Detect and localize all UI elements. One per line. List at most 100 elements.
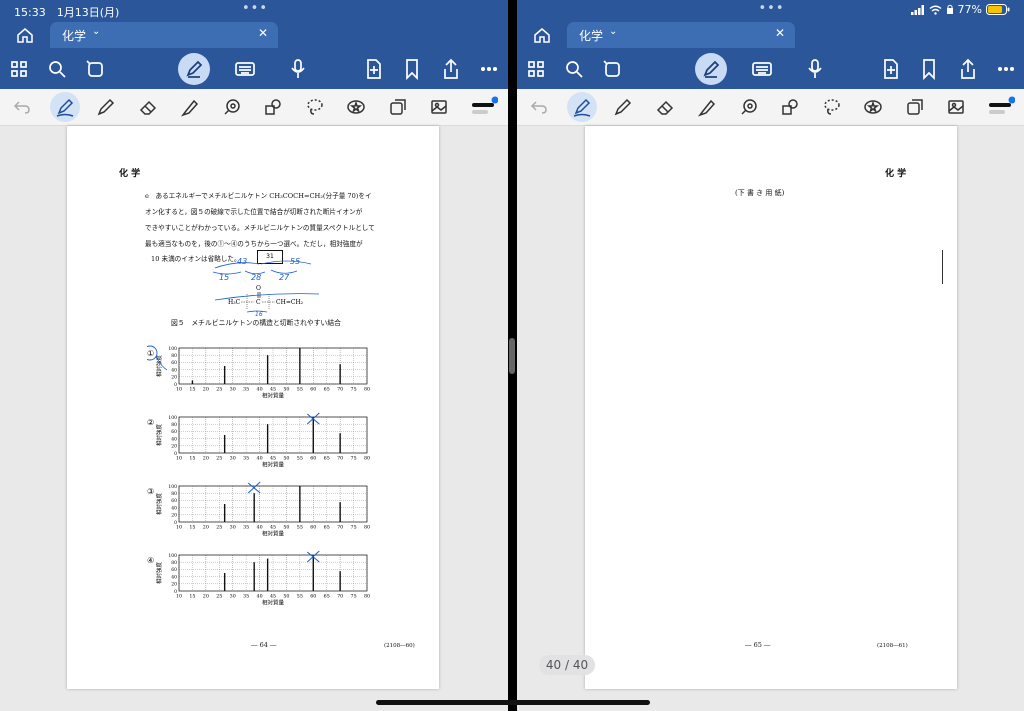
- page-code: (2108―61): [877, 643, 908, 649]
- share-icon[interactable]: [956, 57, 980, 81]
- pen-width-icon[interactable]: [987, 96, 1015, 118]
- eraser-icon[interactable]: [654, 96, 676, 118]
- highlighter-icon[interactable]: [179, 96, 201, 118]
- pen-mode-button[interactable]: [178, 53, 210, 85]
- y-tick-label: 40: [171, 505, 177, 511]
- image-icon[interactable]: [428, 96, 450, 118]
- grid-icon[interactable]: [524, 57, 548, 81]
- x-tick-label: 15: [189, 387, 195, 393]
- y-tick-label: 20: [171, 513, 177, 519]
- more-icon[interactable]: [477, 57, 501, 81]
- sticker-icon[interactable]: [345, 96, 367, 118]
- x-tick-label: 25: [216, 387, 222, 393]
- status-bar: 15:33 1月13日(月) •••: [0, 0, 508, 20]
- x-tick-label: 65: [324, 387, 330, 393]
- y-tick-label: 100: [168, 553, 177, 559]
- more-icon[interactable]: [994, 57, 1018, 81]
- shapes-icon[interactable]: [779, 96, 801, 118]
- add-page-icon[interactable]: [879, 57, 903, 81]
- magic-shape-icon[interactable]: [600, 57, 624, 81]
- shapes-icon[interactable]: [262, 96, 284, 118]
- handwritten-number: 28: [251, 273, 261, 282]
- split-view-handle[interactable]: [509, 338, 515, 374]
- lasso-icon[interactable]: [304, 96, 326, 118]
- x-tick-label: 45: [270, 456, 276, 462]
- magic-shape-icon[interactable]: [83, 57, 107, 81]
- x-tick-label: 10: [176, 594, 182, 600]
- figure-caption: 図５ メチルビニルケトンの構造と切断されやすい結合: [171, 319, 341, 327]
- keyboard-icon[interactable]: [233, 57, 257, 81]
- pencil-icon[interactable]: [612, 96, 634, 118]
- x-tick-label: 75: [351, 456, 357, 462]
- search-icon[interactable]: [562, 57, 586, 81]
- bookmark-icon[interactable]: [400, 57, 424, 81]
- lasso-shape-icon[interactable]: [738, 96, 760, 118]
- keyboard-icon[interactable]: [750, 57, 774, 81]
- multitask-dots-icon[interactable]: •••: [759, 1, 785, 16]
- share-icon[interactable]: [439, 57, 463, 81]
- document-tab[interactable]: 化学 ⌄ ✕: [567, 22, 795, 48]
- copy-page-icon[interactable]: [904, 96, 926, 118]
- x-tick-label: 55: [297, 456, 303, 462]
- x-tick-label: 20: [203, 594, 209, 600]
- microphone-icon[interactable]: [286, 57, 310, 81]
- x-tick-label: 40: [257, 525, 263, 531]
- left-pane: 15:33 1月13日(月) ••• 化学 ⌄ ✕ 化 学 e あるエネルギーで…: [0, 0, 508, 711]
- home-indicator[interactable]: [376, 700, 650, 705]
- sticker-icon[interactable]: [862, 96, 884, 118]
- chevron-down-icon[interactable]: ⌄: [92, 26, 100, 37]
- multitask-dots-icon[interactable]: •••: [242, 1, 268, 16]
- x-tick-label: 50: [283, 387, 289, 393]
- structure-figure: O H₃C C CH=CH₂ 43 55 15 28 27 16: [212, 257, 320, 316]
- home-icon[interactable]: [531, 25, 553, 45]
- pen-tool-icon[interactable]: [50, 92, 80, 122]
- page-65[interactable]: 化 学 (下 書 き 用 紙) ― 65 ― (2108―61): [585, 126, 957, 689]
- microphone-icon[interactable]: [803, 57, 827, 81]
- x-tick-label: 80: [364, 594, 370, 600]
- add-page-icon[interactable]: [362, 57, 386, 81]
- drawing-toolbar: [0, 89, 508, 126]
- close-tab-icon[interactable]: ✕: [775, 26, 785, 40]
- x-tick-label: 35: [243, 456, 249, 462]
- lasso-shape-icon[interactable]: [221, 96, 243, 118]
- close-tab-icon[interactable]: ✕: [258, 26, 268, 40]
- x-tick-label: 60: [310, 525, 316, 531]
- page-number: ― 65 ―: [745, 641, 771, 649]
- eraser-icon[interactable]: [137, 96, 159, 118]
- y-axis-label: 相対強度: [155, 562, 163, 585]
- y-tick-label: 100: [168, 484, 177, 490]
- search-icon[interactable]: [45, 57, 69, 81]
- document-tab-label: 化学: [579, 29, 604, 43]
- page-counter: 40 / 40: [539, 655, 595, 675]
- copy-page-icon[interactable]: [387, 96, 409, 118]
- choice-number: ③: [147, 487, 154, 496]
- x-tick-label: 75: [351, 525, 357, 531]
- x-tick-label: 75: [351, 594, 357, 600]
- pen-tool-icon[interactable]: [567, 92, 597, 122]
- pencil-icon[interactable]: [95, 96, 117, 118]
- x-tick-label: 45: [270, 525, 276, 531]
- x-tick-label: 75: [351, 387, 357, 393]
- x-tick-label: 65: [324, 594, 330, 600]
- bookmark-icon[interactable]: [917, 57, 941, 81]
- x-tick-label: 70: [337, 387, 343, 393]
- chevron-down-icon[interactable]: ⌄: [609, 26, 617, 37]
- undo-icon[interactable]: [528, 96, 550, 118]
- home-icon[interactable]: [14, 25, 36, 45]
- page-64[interactable]: 化 学 e あるエネルギーでメチルビニルケトン CH₃COCH=CH₂(分子量 …: [67, 126, 439, 689]
- highlighter-icon[interactable]: [696, 96, 718, 118]
- image-icon[interactable]: [945, 96, 967, 118]
- y-tick-label: 40: [171, 574, 177, 580]
- x-tick-label: 10: [176, 525, 182, 531]
- document-tab[interactable]: 化学 ⌄ ✕: [50, 22, 278, 48]
- grid-icon[interactable]: [7, 57, 31, 81]
- lasso-icon[interactable]: [821, 96, 843, 118]
- x-tick-label: 80: [364, 525, 370, 531]
- right-pane: ••• 77% 化学 ⌄ ✕ 化 学 (下 書 き 用 紙) ― 65 ― (2…: [517, 0, 1024, 711]
- pen-mode-button[interactable]: [695, 53, 727, 85]
- undo-icon[interactable]: [11, 96, 33, 118]
- x-tick-label: 55: [297, 387, 303, 393]
- handwritten-number: 55: [290, 257, 300, 266]
- x-tick-label: 35: [243, 387, 249, 393]
- pen-width-icon[interactable]: [470, 96, 498, 118]
